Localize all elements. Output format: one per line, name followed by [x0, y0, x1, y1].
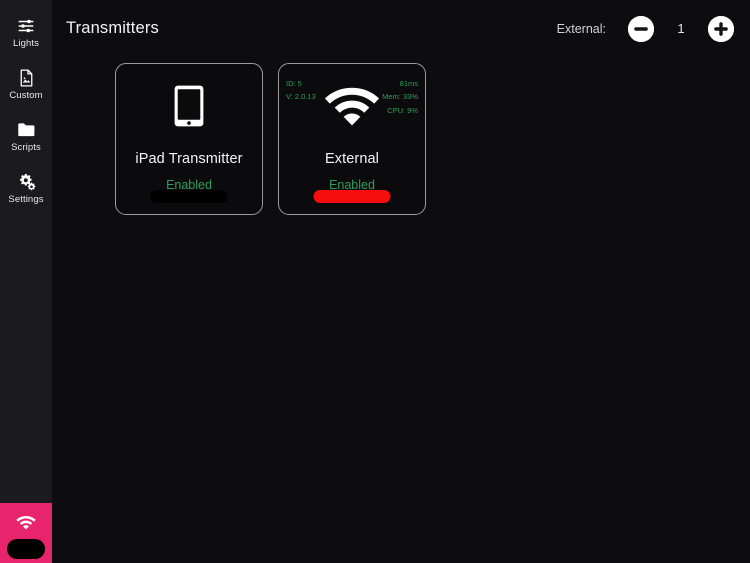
wifi-icon — [324, 82, 380, 129]
sidebar-item-settings[interactable]: Settings — [0, 164, 52, 212]
sidebar-item-custom[interactable]: Custom — [0, 60, 52, 108]
sidebar-item-label: Custom — [9, 89, 43, 101]
stat-id: ID: 5 — [286, 79, 302, 88]
gears-icon — [16, 172, 36, 192]
card-title: iPad Transmitter — [135, 151, 243, 167]
page-title: Transmitters — [66, 19, 159, 37]
card-title: External — [325, 151, 379, 167]
card-action-bar[interactable] — [150, 190, 228, 203]
external-label: External: — [556, 21, 606, 36]
folder-icon — [16, 120, 36, 140]
main-content: Transmitters External: 1 iPad Transmitte… — [52, 0, 750, 563]
sidebar: Lights Custom Scripts Settings — [0, 0, 52, 563]
sidebar-item-transmitters[interactable] — [0, 503, 52, 563]
page-header: Transmitters External: 1 — [52, 0, 750, 57]
stat-version: V: 2.0.13 — [286, 92, 316, 102]
transmitter-card-ipad[interactable]: iPad Transmitter Enabled — [115, 63, 263, 215]
home-indicator-pill — [7, 539, 45, 559]
tablet-icon — [173, 82, 205, 129]
transmitter-card-external[interactable]: ID: 5 V: 2.0.13 81ms Mem: 33% CPU: 9% Ex… — [278, 63, 426, 215]
stats-right-column: 81ms Mem: 33% CPU: 9% — [382, 79, 418, 115]
external-count-value: 1 — [677, 21, 685, 36]
sidebar-item-label: Settings — [8, 193, 44, 205]
sidebar-item-label: Lights — [13, 37, 39, 49]
stat-cpu: CPU: 9% — [387, 105, 418, 115]
sliders-icon — [16, 16, 36, 36]
transmitter-card-list: iPad Transmitter Enabled ID: 5 V: 2.0.13… — [52, 57, 750, 215]
stats-left-column: ID: 5 V: 2.0.13 — [286, 79, 316, 102]
stat-latency: 81ms — [399, 79, 418, 88]
external-count-stepper: External: 1 — [556, 15, 734, 42]
wifi-icon — [16, 512, 36, 532]
card-action-bar[interactable] — [313, 190, 391, 203]
image-file-icon — [16, 68, 36, 88]
stat-memory: Mem: 33% — [382, 92, 418, 102]
sidebar-item-scripts[interactable]: Scripts — [0, 112, 52, 160]
plus-circle-icon[interactable] — [708, 15, 734, 42]
sidebar-item-lights[interactable]: Lights — [0, 8, 52, 56]
sidebar-item-label: Scripts — [11, 141, 41, 153]
minus-circle-icon[interactable] — [628, 15, 654, 42]
